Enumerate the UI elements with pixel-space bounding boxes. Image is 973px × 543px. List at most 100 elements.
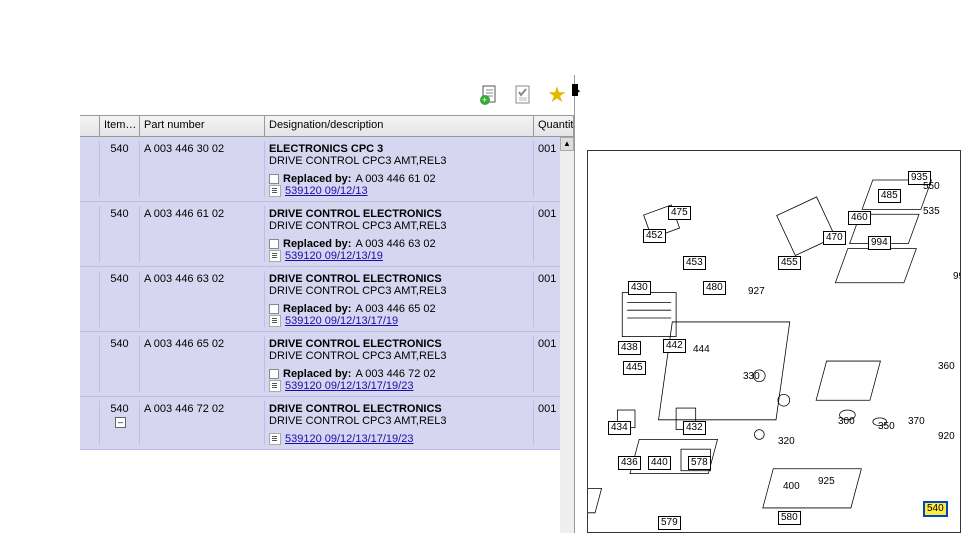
description-cell: DRIVE CONTROL ELECTRONICSDRIVE CONTROL C… xyxy=(265,206,534,262)
diagram-callout[interactable]: 432 xyxy=(683,421,706,435)
col-header-description[interactable]: Designation/description xyxy=(265,116,534,136)
diagram-label: 400 xyxy=(783,481,800,492)
col-header-quantity[interactable]: Quantit xyxy=(534,116,574,136)
part-number-cell: A 003 446 61 02 xyxy=(140,206,265,262)
replace-checkbox[interactable] xyxy=(269,304,279,314)
description-cell: ELECTRONICS CPC 3DRIVE CONTROL CPC3 AMT,… xyxy=(265,141,534,197)
diagram-label: 920 xyxy=(938,431,955,442)
replace-checkbox[interactable] xyxy=(269,174,279,184)
diagram-callout[interactable]: 470 xyxy=(823,231,846,245)
footnote-icon[interactable] xyxy=(269,185,281,197)
diagram-label: 444 xyxy=(693,344,710,355)
table-body: ▲ 540A 003 446 30 02ELECTRONICS CPC 3DRI… xyxy=(80,137,574,533)
favorite-icon[interactable]: ★ xyxy=(546,84,568,106)
item-number-cell: 540 xyxy=(100,206,140,262)
part-title: ELECTRONICS CPC 3 xyxy=(269,143,529,155)
row-checkbox-cell[interactable] xyxy=(80,271,100,327)
part-title: DRIVE CONTROL ELECTRONICS xyxy=(269,273,529,285)
footnote-icon[interactable] xyxy=(269,433,281,445)
add-note-icon[interactable]: + xyxy=(478,84,500,106)
replaced-by-value: A 003 446 65 02 xyxy=(355,303,435,315)
diagram-label: 320 xyxy=(778,436,795,447)
table-header: Item… Part number Designation/descriptio… xyxy=(80,115,574,137)
diagram-callout[interactable]: 994 xyxy=(868,236,891,250)
part-subtitle: DRIVE CONTROL CPC3 AMT,REL3 xyxy=(269,350,529,362)
collapse-icon[interactable]: – xyxy=(115,417,126,428)
diagram-label: 535 xyxy=(923,206,940,217)
diagram-callout[interactable]: 455 xyxy=(778,256,801,270)
scroll-up-icon[interactable]: ▲ xyxy=(560,137,574,151)
exploded-view-diagram[interactable]: 9355504855354754604524709944534554304809… xyxy=(587,150,961,533)
replaced-by-label: Replaced by: xyxy=(283,303,351,315)
description-cell: DRIVE CONTROL ELECTRONICSDRIVE CONTROL C… xyxy=(265,336,534,392)
replace-checkbox[interactable] xyxy=(269,369,279,379)
replaced-by-value: A 003 446 61 02 xyxy=(355,173,435,185)
footnote-link[interactable]: 539120 09/12/13/19 xyxy=(285,250,383,262)
diagram-callout[interactable]: 452 xyxy=(643,229,666,243)
diagram-callout[interactable]: 442 xyxy=(663,339,686,353)
pane-splitter-handle[interactable]: ▶ xyxy=(572,84,578,96)
footnote-link[interactable]: 539120 09/12/13/17/19/23 xyxy=(285,433,413,445)
footnote-link[interactable]: 539120 09/12/13 xyxy=(285,185,368,197)
diagram-label: 360 xyxy=(938,361,955,372)
footnote-link[interactable]: 539120 09/12/13/17/19 xyxy=(285,315,398,327)
part-title: DRIVE CONTROL ELECTRONICS xyxy=(269,208,529,220)
diagram-label: 990 xyxy=(953,271,961,282)
replaced-by-label: Replaced by: xyxy=(283,238,351,250)
part-number-cell: A 003 446 63 02 xyxy=(140,271,265,327)
part-number-cell: A 003 446 72 02 xyxy=(140,401,265,445)
diagram-callout[interactable]: 430 xyxy=(628,281,651,295)
diagram-callout[interactable]: 485 xyxy=(878,189,901,203)
diagram-callout-selected[interactable]: 540 xyxy=(923,501,948,517)
footnote-icon[interactable] xyxy=(269,315,281,327)
vertical-scrollbar[interactable]: ▲ xyxy=(560,137,574,533)
table-row[interactable]: 540 –A 003 446 72 02DRIVE CONTROL ELECTR… xyxy=(80,397,574,450)
col-header-item[interactable]: Item… xyxy=(100,116,140,136)
item-number-cell: 540 – xyxy=(100,401,140,445)
diagram-callout[interactable]: 438 xyxy=(618,341,641,355)
diagram-callout[interactable]: 440 xyxy=(648,456,671,470)
document-check-icon[interactable] xyxy=(512,84,534,106)
row-checkbox-cell[interactable] xyxy=(80,336,100,392)
part-subtitle: DRIVE CONTROL CPC3 AMT,REL3 xyxy=(269,285,529,297)
svg-text:+: + xyxy=(482,95,487,105)
diagram-label: 925 xyxy=(818,476,835,487)
diagram-label: 927 xyxy=(748,286,765,297)
footnote-link[interactable]: 539120 09/12/13/17/19/23 xyxy=(285,380,413,392)
col-header-checkbox[interactable] xyxy=(80,116,100,136)
diagram-callout[interactable]: 579 xyxy=(658,516,681,530)
table-row[interactable]: 540A 003 446 30 02ELECTRONICS CPC 3DRIVE… xyxy=(80,137,574,202)
table-row[interactable]: 540A 003 446 65 02DRIVE CONTROL ELECTRON… xyxy=(80,332,574,397)
description-cell: DRIVE CONTROL ELECTRONICSDRIVE CONTROL C… xyxy=(265,401,534,445)
footnote-icon[interactable] xyxy=(269,250,281,262)
diagram-callout[interactable]: 475 xyxy=(668,206,691,220)
part-title: DRIVE CONTROL ELECTRONICS xyxy=(269,338,529,350)
item-number-cell: 540 xyxy=(100,141,140,197)
replace-checkbox[interactable] xyxy=(269,239,279,249)
table-row[interactable]: 540A 003 446 61 02DRIVE CONTROL ELECTRON… xyxy=(80,202,574,267)
part-subtitle: DRIVE CONTROL CPC3 AMT,REL3 xyxy=(269,220,529,232)
part-number-cell: A 003 446 30 02 xyxy=(140,141,265,197)
col-header-partnumber[interactable]: Part number xyxy=(140,116,265,136)
row-checkbox-cell[interactable] xyxy=(80,206,100,262)
diagram-callout[interactable]: 445 xyxy=(623,361,646,375)
diagram-label: 370 xyxy=(908,416,925,427)
part-title: DRIVE CONTROL ELECTRONICS xyxy=(269,403,529,415)
diagram-callout[interactable]: 480 xyxy=(703,281,726,295)
parts-table-pane: + ★ Item… Part number Designation/descri… xyxy=(80,75,575,533)
diagram-callout[interactable]: 460 xyxy=(848,211,871,225)
diagram-callout[interactable]: 580 xyxy=(778,511,801,525)
row-checkbox-cell[interactable] xyxy=(80,141,100,197)
diagram-callout[interactable]: 434 xyxy=(608,421,631,435)
toolbar: + ★ xyxy=(80,75,574,115)
replaced-by-value: A 003 446 72 02 xyxy=(355,368,435,380)
diagram-callout[interactable]: 436 xyxy=(618,456,641,470)
part-subtitle: DRIVE CONTROL CPC3 AMT,REL3 xyxy=(269,415,529,427)
diagram-label: 350 xyxy=(878,421,895,432)
footnote-icon[interactable] xyxy=(269,380,281,392)
item-number-cell: 540 xyxy=(100,336,140,392)
diagram-callout[interactable]: 453 xyxy=(683,256,706,270)
diagram-callout[interactable]: 578 xyxy=(688,456,711,470)
table-row[interactable]: 540A 003 446 63 02DRIVE CONTROL ELECTRON… xyxy=(80,267,574,332)
row-checkbox-cell[interactable] xyxy=(80,401,100,445)
